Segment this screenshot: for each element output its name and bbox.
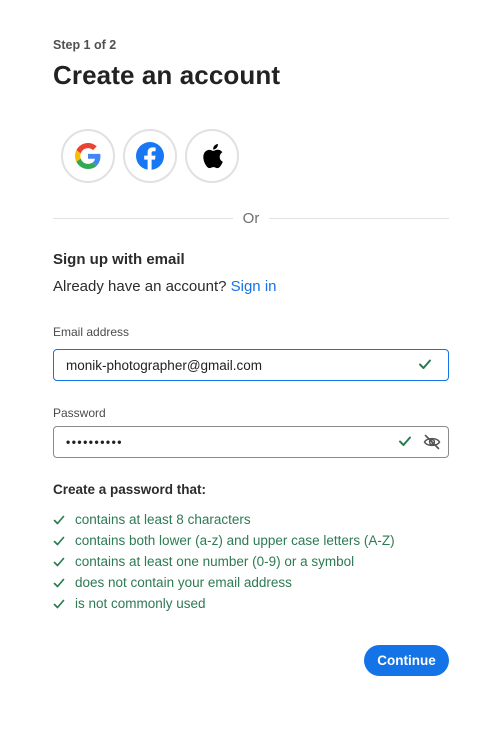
email-value[interactable]: monik-photographer@gmail.com xyxy=(66,358,448,373)
google-signup-button[interactable] xyxy=(61,129,115,183)
email-valid-check-icon xyxy=(419,359,431,369)
rule-item: contains at least one number (0-9) or a … xyxy=(53,551,395,572)
facebook-signup-button[interactable] xyxy=(123,129,177,183)
already-have-account: Already have an account? Sign in xyxy=(53,278,277,295)
password-rules-title: Create a password that: xyxy=(53,482,207,497)
rule-text: contains both lower (a-z) and upper case… xyxy=(75,533,395,548)
rule-item: contains at least 8 characters xyxy=(53,509,395,530)
password-label: Password xyxy=(53,406,106,420)
divider-line-right xyxy=(269,218,449,219)
apple-signup-button[interactable] xyxy=(185,129,239,183)
check-icon xyxy=(53,535,75,547)
page-title: Create an account xyxy=(53,60,281,90)
check-icon xyxy=(53,598,75,610)
or-divider: Or xyxy=(53,210,449,228)
password-field[interactable]: •••••••••• xyxy=(53,426,449,458)
check-icon xyxy=(53,514,75,526)
google-icon xyxy=(75,143,101,169)
rule-item: is not commonly used xyxy=(53,593,395,614)
sign-in-link[interactable]: Sign in xyxy=(231,278,277,295)
rule-text: does not contain your email address xyxy=(75,575,292,590)
password-valid-check-icon xyxy=(399,436,411,446)
hide-password-eye-icon[interactable] xyxy=(423,433,441,451)
rule-item: contains both lower (a-z) and upper case… xyxy=(53,530,395,551)
password-rules-list: contains at least 8 characters contains … xyxy=(53,509,395,614)
rule-text: contains at least 8 characters xyxy=(75,512,251,527)
rule-text: is not commonly used xyxy=(75,596,206,611)
rule-text: contains at least one number (0-9) or a … xyxy=(75,554,355,569)
email-field[interactable]: monik-photographer@gmail.com xyxy=(53,349,449,381)
continue-button[interactable]: Continue xyxy=(364,645,449,676)
facebook-icon xyxy=(136,142,164,170)
already-text: Already have an account? xyxy=(53,278,227,295)
signup-heading: Sign up with email xyxy=(53,251,185,268)
check-icon xyxy=(53,556,75,568)
email-label: Email address xyxy=(53,325,130,339)
password-value[interactable]: •••••••••• xyxy=(66,435,448,449)
check-icon xyxy=(53,577,75,589)
rule-item: does not contain your email address xyxy=(53,572,395,593)
step-indicator: Step 1 of 2 xyxy=(53,38,117,52)
apple-icon xyxy=(203,144,223,169)
